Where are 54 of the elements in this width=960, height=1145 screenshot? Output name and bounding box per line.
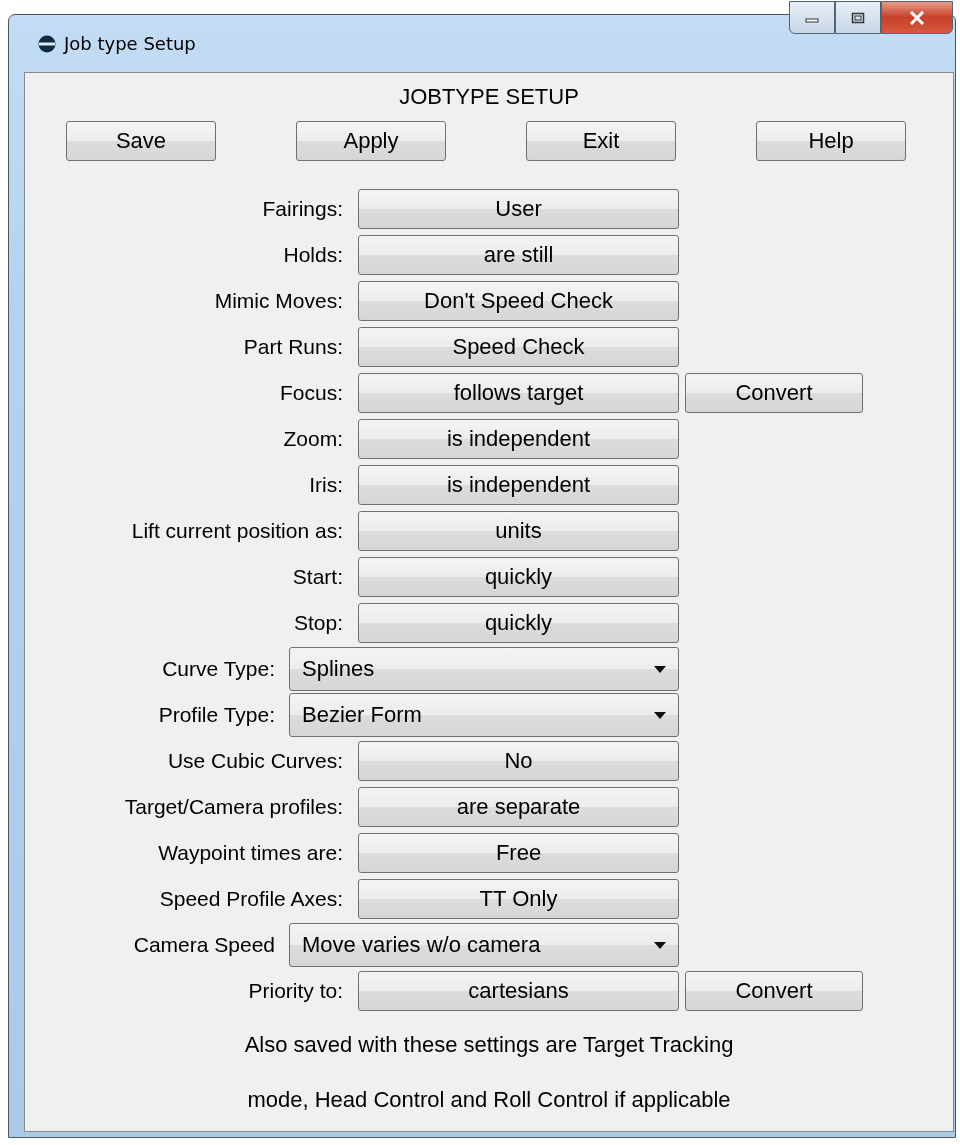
dropdown[interactable]: Bezier Form	[289, 693, 679, 737]
action-button[interactable]: Apply	[296, 121, 446, 161]
setting-label: Mimic Moves:	[213, 289, 343, 313]
setting-label: Curve Type:	[161, 657, 275, 681]
setting-label: Iris:	[308, 473, 343, 497]
setting-button[interactable]: cartesians	[358, 971, 679, 1011]
note-text: Also saved with these settings are Target Tracking mode, Head Control and Roll Control if applicable	[243, 1031, 735, 1114]
setting-label: Focus:	[278, 381, 343, 405]
dropdown[interactable]: Splines	[289, 647, 679, 691]
action-button[interactable]: Help	[756, 121, 906, 161]
action-button[interactable]: Save	[66, 121, 216, 161]
setting-label: Start:	[291, 565, 343, 589]
setting-button[interactable]: No	[358, 741, 679, 781]
close-icon	[908, 10, 926, 25]
maximize-icon	[851, 11, 865, 24]
setting-button[interactable]: is independent	[358, 419, 679, 459]
setting-label: Zoom:	[282, 427, 343, 451]
dropdown[interactable]: Move varies w/o camera	[289, 923, 679, 967]
setting-label: Part Runs:	[242, 335, 343, 359]
setting-label: Fairings:	[261, 197, 343, 221]
setting-button[interactable]: follows target	[358, 373, 679, 413]
setting-label: Use Cubic Curves:	[166, 749, 343, 773]
setting-button[interactable]: quickly	[358, 557, 679, 597]
dropdown-arrow-icon	[654, 665, 666, 673]
action-button[interactable]: Exit	[526, 121, 676, 161]
dropdown-arrow-icon	[654, 941, 666, 949]
app-icon	[38, 34, 56, 53]
setting-button[interactable]: User	[358, 189, 679, 229]
setting-button[interactable]: Free	[358, 833, 679, 873]
setting-button[interactable]: TT Only	[358, 879, 679, 919]
setting-label: Waypoint times are:	[157, 841, 343, 865]
setting-button[interactable]: are still	[358, 235, 679, 275]
setting-label: Camera Speed	[132, 933, 275, 957]
convert-button[interactable]: Convert	[685, 971, 863, 1011]
setting-label: Target/Camera profiles:	[123, 795, 343, 819]
setting-button[interactable]: are separate	[358, 787, 679, 827]
setting-label: Holds:	[282, 243, 343, 267]
setting-label: Lift current position as:	[130, 519, 343, 543]
setting-label: Profile Type:	[157, 703, 275, 727]
setting-button[interactable]: quickly	[358, 603, 679, 643]
window-title: Job type Setup	[64, 33, 196, 54]
maximize-button[interactable]	[835, 1, 881, 34]
dropdown-arrow-icon	[654, 711, 666, 719]
setting-label: Speed Profile Axes:	[158, 887, 343, 911]
setting-label: Stop:	[292, 611, 343, 635]
setting-button[interactable]: is independent	[358, 465, 679, 505]
close-button[interactable]	[881, 1, 953, 34]
minimize-button[interactable]	[789, 1, 835, 34]
convert-button[interactable]: Convert	[685, 373, 863, 413]
setting-button[interactable]: Don't Speed Check	[358, 281, 679, 321]
setting-button[interactable]: Speed Check	[358, 327, 679, 367]
setting-button[interactable]: units	[358, 511, 679, 551]
setting-label: Priority to:	[247, 979, 343, 1003]
dialog-heading: JOBTYPE SETUP	[398, 83, 580, 111]
